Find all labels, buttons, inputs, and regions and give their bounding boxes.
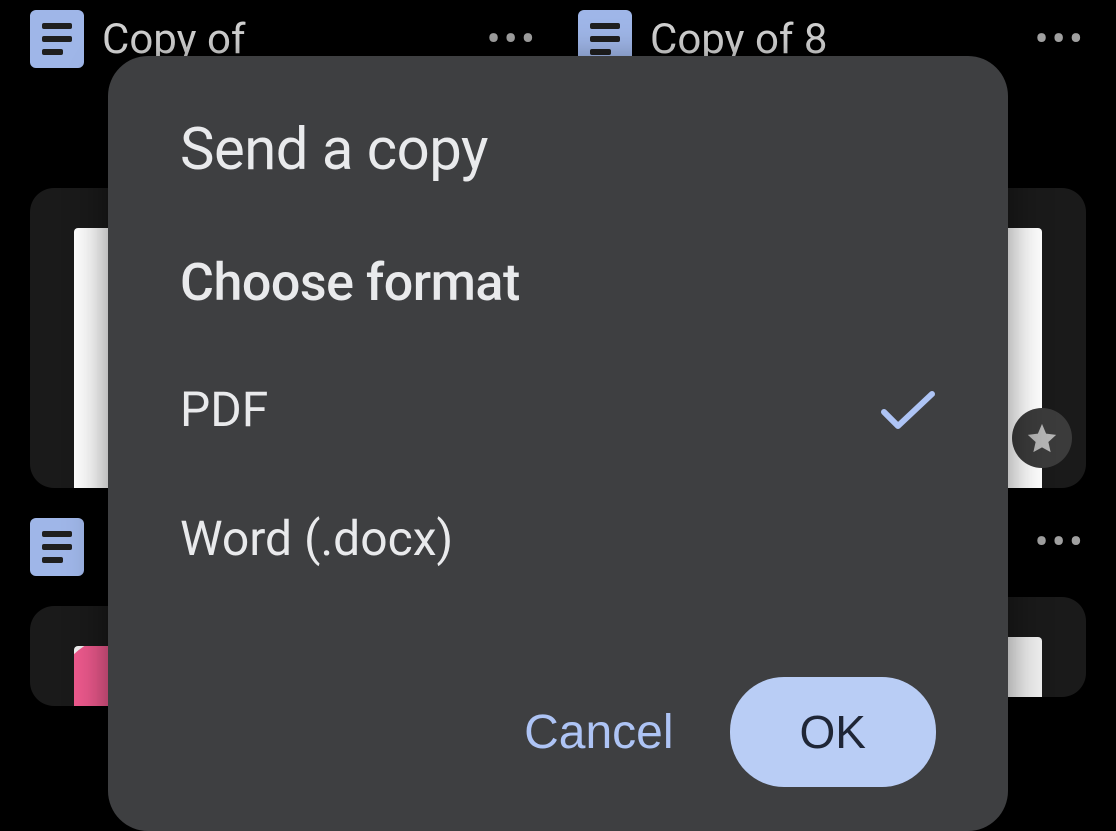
document-icon	[30, 518, 84, 576]
send-copy-dialog: Send a copy Choose format PDF Word (.doc…	[108, 56, 1008, 831]
document-icon	[30, 10, 84, 68]
dialog-actions: Cancel OK	[180, 677, 936, 787]
star-badge[interactable]	[1012, 408, 1072, 468]
option-label: PDF	[180, 381, 268, 438]
checkmark-icon	[880, 388, 936, 432]
cancel-button[interactable]: Cancel	[524, 685, 673, 780]
more-options-icon[interactable]: •••	[1034, 518, 1086, 567]
dialog-title: Send a copy	[180, 116, 936, 184]
format-option-word[interactable]: Word (.docx)	[180, 510, 936, 567]
format-option-pdf[interactable]: PDF	[180, 381, 936, 438]
star-icon	[1025, 421, 1059, 455]
option-label: Word (.docx)	[180, 510, 453, 567]
more-options-icon[interactable]: •••	[1034, 15, 1086, 64]
ok-button[interactable]: OK	[730, 677, 936, 787]
dialog-subtitle: Choose format	[180, 252, 936, 313]
